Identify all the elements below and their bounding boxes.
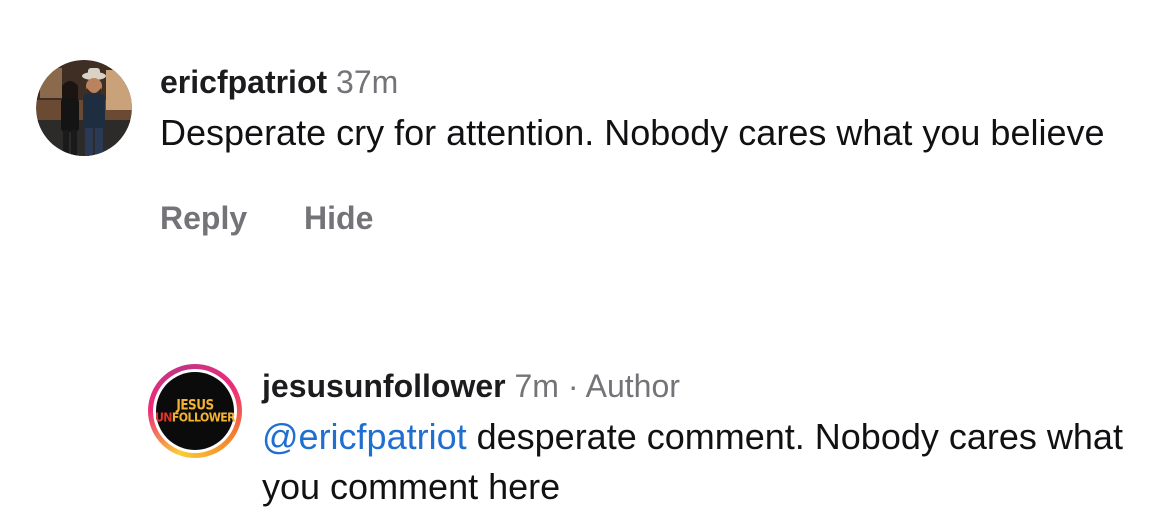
profile-photo [36, 60, 132, 156]
comment-text: Desperate cry for attention. Nobody care… [160, 108, 1105, 158]
hide-button[interactable]: Hide [304, 200, 373, 236]
story-ring: JESUS UNFOLLOWER [148, 364, 242, 458]
comment-header: ericfpatriot 37m [160, 60, 1105, 104]
username[interactable]: ericfpatriot [160, 64, 327, 100]
mention-link[interactable]: @ericfpatriot [262, 416, 467, 457]
logo-bottom-text: UNFOLLOWER [154, 410, 236, 425]
comment-text-content: Desperate cry for attention. Nobody care… [160, 112, 1105, 153]
timestamp: 7m [514, 368, 559, 404]
timestamp: 37m [336, 64, 399, 100]
comment-header: jesusunfollower 7m · Author [262, 364, 1138, 408]
separator-dot: · [567, 368, 579, 404]
comment-text: @ericfpatriot desperate comment. Nobody … [262, 412, 1138, 512]
comment-actions: Reply Hide [160, 200, 1105, 237]
comment-body: ericfpatriot 37m Desperate cry for atten… [160, 60, 1105, 237]
avatar[interactable]: JESUS UNFOLLOWER [148, 364, 242, 458]
comment-body: jesusunfollower 7m · Author @ericfpatrio… [262, 364, 1138, 512]
avatar[interactable] [36, 60, 132, 156]
username[interactable]: jesusunfollower [262, 368, 506, 404]
jesus-unfollower-logo: JESUS UNFOLLOWER [154, 372, 236, 450]
author-badge: Author [585, 368, 680, 404]
reply-button[interactable]: Reply [160, 200, 247, 236]
